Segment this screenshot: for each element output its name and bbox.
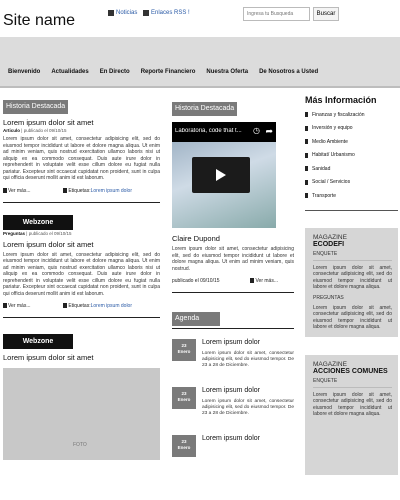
person-name: Claire Dupond [172,234,220,243]
left-column: Historia Destacada Lorem ipsum dolor sit… [3,95,160,460]
more-info-list: Finanzas y fiscalización Inversión y equ… [305,108,398,211]
article-footer: Ver más... Etiquetas:Lorem ipsum dolor [3,188,160,194]
home-icon [108,10,114,16]
photo-placeholder: FOTO [3,368,160,460]
magazine-section: ENQUETE [313,378,392,388]
more-info-item[interactable]: Transporte [305,189,398,203]
nav-item-nuestra-oferta[interactable]: Nuestra Oferta [206,69,248,75]
tags-link[interactable]: Lorem ipsum dolor [91,188,132,194]
nav-item-actualidades[interactable]: Actualidades [51,69,88,75]
agenda-title[interactable]: Lorem ipsum dolor [202,435,260,442]
article-footer: Ver más... Etiquetas:Lorem ipsum dolor [3,303,160,309]
article-body: Lorem ipsum dolor sit amet, consectetur … [172,246,294,272]
more-info-item[interactable]: Sanidad [305,162,398,176]
nav-item-de-nosotros[interactable]: De Nosotros a Usted [259,69,318,75]
agenda-title[interactable]: Lorem ipsum dolor [202,339,260,346]
section-tag: Historia Destacada [3,100,69,114]
date-badge: 23 Enero [172,387,196,409]
divider [172,328,294,329]
bookmark-icon [305,112,308,118]
date-badge: 23 Enero [172,435,196,457]
magazine-name[interactable]: ECODEFI [313,241,392,248]
more-info-item[interactable]: Finanzas y fiscalización [305,108,398,122]
play-icon[interactable] [216,169,226,181]
section-tag: Historia Destacada [172,102,238,116]
magazine-card[interactable]: MAGAZINE ECODEFI ENQUETE Lorem ipsum dol… [305,227,398,337]
magazine-text: Lorem ipsum dolor sit amet, consectetur … [313,391,392,418]
article-body: Lorem ipsum dolor sit amet, consectetur … [3,251,160,297]
magazine-text: Lorem ipsum dolor sit amet, consectetur … [313,264,392,291]
nav-item-reporte-financiero[interactable]: Reporte Financiero [141,69,196,75]
publish-date: publicado el 09/10/15 [172,278,220,284]
divider [172,292,294,293]
article-body: Lorem ipsum dolor sit amet, consectetur … [3,136,160,181]
middle-column: Historia Destacada Laboratoria, code tha… [172,97,294,483]
nav-item-en-directo[interactable]: En Directo [100,69,130,75]
bookmark-icon [3,303,7,309]
magazine-label: MAGAZINE [313,233,347,241]
video-player[interactable]: Laboratoria, code that t... ◷ ➦ [172,122,276,228]
article-title[interactable]: Lorem ipsum dolor sit amet [3,240,160,249]
banner-bar [0,37,400,57]
bookmark-icon [305,193,308,199]
article-footer: publicado el 09/10/15 Ver más... [172,278,294,284]
date-badge: 23 Enero [172,339,196,361]
bookmark-icon [305,166,308,172]
tag-icon [63,303,68,309]
agenda-title[interactable]: Lorem ipsum dolor [202,387,260,394]
article-meta: Articulo | publicado el 09/10/15 [3,128,67,133]
site-name[interactable]: Site name [3,12,75,30]
article-title[interactable]: Lorem ipsum dolor sit amet [3,118,160,127]
magazine-section: PREGUNTAS [313,294,344,301]
read-more-link[interactable]: Ver más... [3,303,31,309]
more-info-item[interactable]: Social / Servicios [305,176,398,190]
bookmark-icon [305,179,308,185]
magazine-name[interactable]: ACCIONES COMUNES [313,368,392,375]
rss-icon [143,10,149,16]
tags: Etiquetas:Lorem ipsum dolor [63,188,132,194]
bookmark-icon [305,139,308,145]
tag-icon [63,187,68,193]
more-info-item[interactable]: Habitat/ Urbanismo [305,149,398,163]
share-icon[interactable]: ➦ [265,126,273,137]
site-header: Site name Noticias Enlaces RSS ! Buscar [0,0,400,37]
more-info-title: Más Información [305,95,377,105]
nav-item-bienvenido[interactable]: Bienvenido [8,69,40,75]
article-meta: Preguntas | publicado el 09/10/15 [3,230,72,236]
bookmark-icon [3,187,7,193]
magazine-label: MAGAZINE [313,360,347,368]
divider [3,317,160,318]
webzone-tag: Webzone [3,334,73,349]
main-nav: Bienvenido Actualidades En Directo Repor… [0,57,400,88]
tags-link[interactable]: Lorem ipsum dolor [91,303,132,309]
right-column: Más Información Finanzas y fiscalización… [305,95,398,475]
agenda-item[interactable]: 23 Enero Lorem ipsum dolor Lorem ipsum do… [172,339,294,387]
webzone-tag: Webzone [3,214,73,230]
read-more-link[interactable]: Ver más... [3,188,31,194]
divider [3,201,160,203]
noticias-link[interactable]: Noticias [108,10,137,16]
agenda-item[interactable]: 23 Enero Lorem ipsum dolor [172,435,294,483]
agenda-tag: Agenda [172,312,220,326]
more-info-item[interactable]: Inversión y equipo [305,122,398,136]
more-info-item[interactable]: Medio Ambiente [305,135,398,149]
bookmark-icon [305,125,308,131]
clock-icon[interactable]: ◷ [253,126,260,135]
magazine-section: ENQUETE [313,251,392,261]
bookmark-icon [250,278,255,284]
rss-link[interactable]: Enlaces RSS ! [143,10,190,16]
magazine-text: Lorem ipsum dolor sit amet, consectetur … [313,304,392,331]
agenda-item[interactable]: 23 Enero Lorem ipsum dolor Lorem ipsum do… [172,387,294,435]
article-title[interactable]: Lorem ipsum dolor sit amet [3,353,160,362]
search-input[interactable] [243,7,310,21]
read-more-link[interactable]: Ver más... [250,278,278,284]
video-title[interactable]: Laboratoria, code that t... [175,128,253,134]
agenda-text: Lorem ipsum dolor sit amet, consectetur … [202,351,294,368]
magazine-card[interactable]: MAGAZINE ACCIONES COMUNES ENQUETE Lorem … [305,354,398,475]
tags: Etiquetas:Lorem ipsum dolor [63,303,132,309]
bookmark-icon [305,152,308,158]
agenda-text: Lorem ipsum dolor sit amet, consectetur … [202,399,294,416]
search-button[interactable]: Buscar [313,7,339,21]
